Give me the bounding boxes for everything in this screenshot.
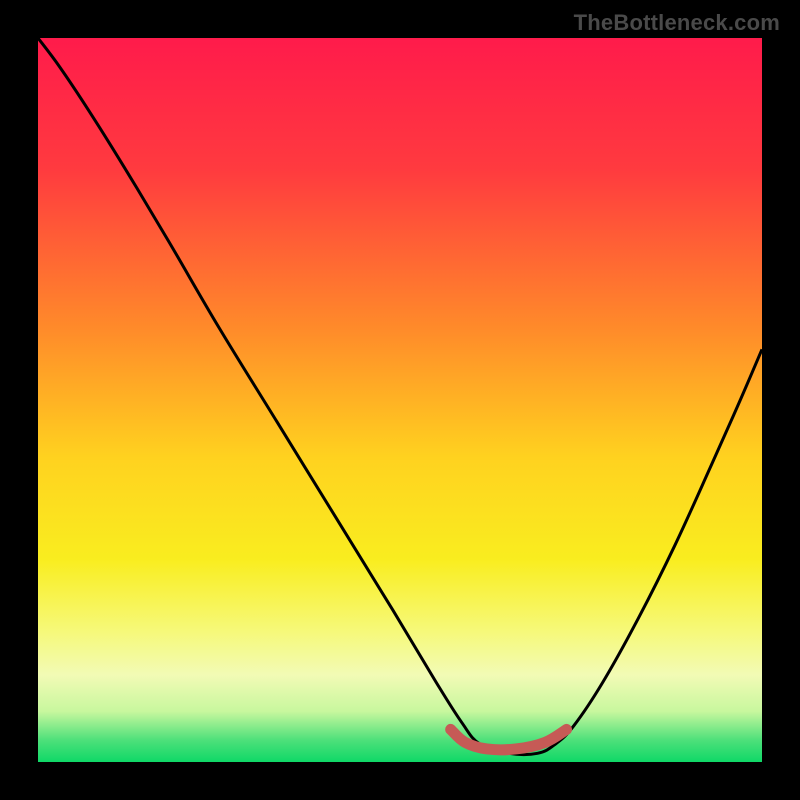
chart-frame: TheBottleneck.com	[0, 0, 800, 800]
watermark-text: TheBottleneck.com	[574, 10, 780, 36]
plot-area	[38, 38, 762, 762]
gradient-background	[38, 38, 762, 762]
chart-canvas	[38, 38, 762, 762]
